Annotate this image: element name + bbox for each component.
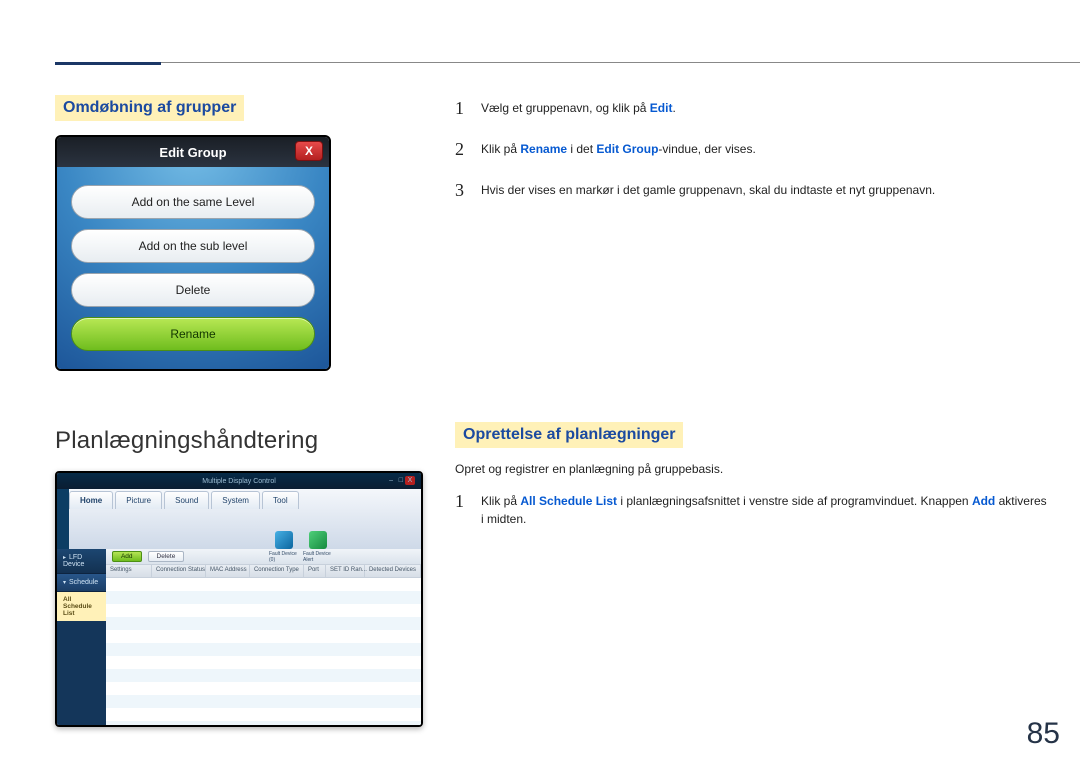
step-text: Hvis der vises en markør i det gamle gru… bbox=[481, 177, 935, 204]
tab-picture[interactable]: Picture bbox=[115, 491, 162, 509]
kw-add: Add bbox=[972, 494, 995, 508]
kw-all-schedule-list: All Schedule List bbox=[520, 494, 617, 508]
step-2: 2 Klik på Rename i det Edit Group-vindue… bbox=[455, 136, 1050, 163]
ribbon-handle bbox=[57, 489, 69, 549]
fault-device-button[interactable]: Fault Device (0) bbox=[269, 530, 299, 564]
subheading-create-schedules: Oprettelse af planlægninger bbox=[455, 422, 683, 448]
accent-bar bbox=[55, 62, 161, 65]
col-connection-status[interactable]: Connection Status bbox=[152, 565, 206, 577]
maximize-icon[interactable]: □ bbox=[399, 477, 403, 484]
sidebar-lfd-label: LFD Device bbox=[63, 554, 84, 568]
edit-group-dialog: Edit Group X Add on the same Level Add o… bbox=[55, 135, 331, 371]
tab-sound[interactable]: Sound bbox=[164, 491, 209, 509]
tab-home[interactable]: Home bbox=[69, 491, 113, 509]
col-detected-devices[interactable]: Detected Devices bbox=[365, 565, 421, 577]
step-3: 3 Hvis der vises en markør i det gamle g… bbox=[455, 177, 1050, 204]
page-number: 85 bbox=[1027, 717, 1060, 751]
tab-system[interactable]: System bbox=[211, 491, 260, 509]
alert-icon bbox=[309, 531, 327, 549]
app-sidebar: ▸LFD Device ▾Schedule All Schedule List bbox=[57, 549, 106, 725]
intro-text: Opret og registrer en planlægning på gru… bbox=[455, 462, 1050, 476]
edit-group-title: Edit Group bbox=[159, 145, 226, 160]
step-1: 1 Vælg et gruppenavn, og klik på Edit. bbox=[455, 95, 1050, 122]
col-mac-address[interactable]: MAC Address bbox=[206, 565, 250, 577]
minimize-icon[interactable]: – bbox=[389, 477, 393, 484]
step-number: 1 bbox=[455, 488, 467, 528]
create-step-1: 1 Klik på All Schedule List i planlægnin… bbox=[455, 488, 1050, 528]
add-same-level-button[interactable]: Add on the same Level bbox=[71, 185, 315, 219]
step-number: 3 bbox=[455, 177, 467, 204]
step-text: Vælg et gruppenavn, og klik på Edit. bbox=[481, 95, 676, 122]
kw-rename: Rename bbox=[520, 142, 567, 156]
subheading-rename-groups: Omdøbning af grupper bbox=[55, 95, 244, 121]
rename-button[interactable]: Rename bbox=[71, 317, 315, 351]
sidebar-schedule-label: Schedule bbox=[69, 579, 98, 586]
col-connection-type[interactable]: Connection Type bbox=[250, 565, 304, 577]
sidebar-all-schedule-list[interactable]: All Schedule List bbox=[57, 592, 106, 621]
kw-edit: Edit bbox=[650, 101, 673, 115]
table-rows-empty bbox=[106, 578, 421, 725]
fault-device-label: Fault Device (0) bbox=[269, 551, 299, 563]
tab-tool[interactable]: Tool bbox=[262, 491, 299, 509]
app-main: Add Delete Settings Connection Status MA… bbox=[106, 549, 421, 725]
col-settings[interactable]: Settings bbox=[106, 565, 152, 577]
app-close-icon[interactable]: X bbox=[405, 476, 415, 485]
delete-button[interactable]: Delete bbox=[71, 273, 315, 307]
col-set-id-range[interactable]: SET ID Ran... bbox=[326, 565, 365, 577]
step-number: 1 bbox=[455, 95, 467, 122]
app-screenshot: Multiple Display Control – □ X Home Pict… bbox=[55, 471, 423, 727]
kw-edit-group: Edit Group bbox=[596, 142, 658, 156]
step-text: Klik på Rename i det Edit Group-vindue, … bbox=[481, 136, 756, 163]
monitor-icon bbox=[275, 531, 293, 549]
col-port[interactable]: Port bbox=[304, 565, 326, 577]
ribbon-spacer bbox=[83, 529, 261, 565]
app-titlebar: Multiple Display Control – □ X bbox=[57, 473, 421, 489]
app-ribbon: Home Picture Sound System Tool Fault Dev… bbox=[57, 489, 421, 549]
ribbon-tabs: Home Picture Sound System Tool bbox=[69, 491, 421, 509]
edit-group-titlebar: Edit Group X bbox=[57, 137, 329, 167]
heading-schedule-handling: Planlægningshåndtering bbox=[55, 427, 395, 455]
fault-alert-label: Fault Device Alert bbox=[303, 551, 333, 563]
app-title: Multiple Display Control bbox=[202, 478, 276, 485]
close-button[interactable]: X bbox=[295, 141, 323, 161]
table-header: Settings Connection Status MAC Address C… bbox=[106, 565, 421, 578]
close-icon: X bbox=[305, 144, 313, 158]
step-text: Klik på All Schedule List i planlægnings… bbox=[481, 488, 1050, 528]
add-sub-level-button[interactable]: Add on the sub level bbox=[71, 229, 315, 263]
fault-alert-button[interactable]: Fault Device Alert bbox=[303, 530, 333, 564]
step-number: 2 bbox=[455, 136, 467, 163]
edit-group-body: Add on the same Level Add on the sub lev… bbox=[57, 167, 329, 369]
top-rule bbox=[55, 62, 1080, 63]
sidebar-schedule[interactable]: ▾Schedule bbox=[57, 574, 106, 592]
